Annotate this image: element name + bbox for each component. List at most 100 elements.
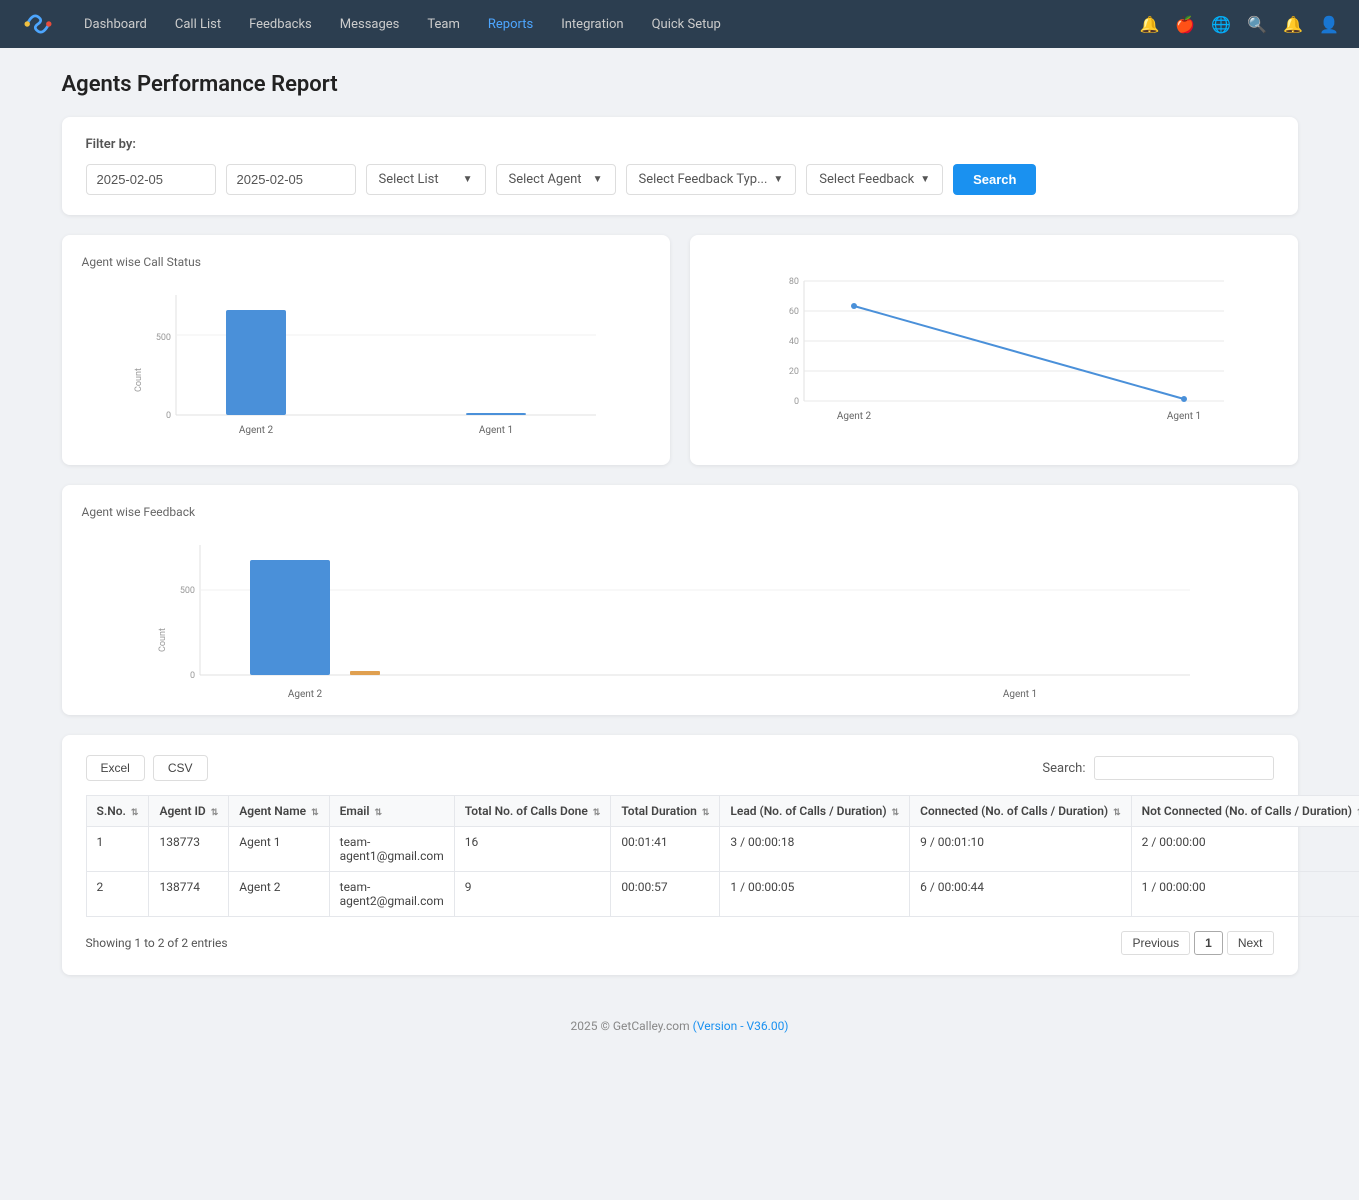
- page-title: Agents Performance Report: [62, 72, 1298, 97]
- filter-row: Select List ▼ Select Agent ▼ Select Feed…: [86, 164, 1274, 195]
- apple-icon[interactable]: 🍎: [1175, 15, 1195, 34]
- select-feedback-type-dropdown[interactable]: Select Feedback Typ... ▼: [626, 164, 797, 195]
- pagination-controls: Previous 1 Next: [1121, 931, 1273, 955]
- bar-chart-card: Agent wise Call Status 0 500 Agen: [62, 235, 670, 465]
- footer-version[interactable]: (Version - V36.00): [693, 1019, 789, 1033]
- cell-email-2: team-agent2@gmail.com: [329, 872, 454, 917]
- table-header: S.No. ⇅ Agent ID ⇅ Agent Name ⇅ Email ⇅ …: [86, 796, 1359, 827]
- select-feedback-dropdown[interactable]: Select Feedback ▼: [806, 164, 943, 195]
- svg-text:Count: Count: [134, 368, 144, 392]
- feedback-chart-title: Agent wise Feedback: [82, 505, 1278, 519]
- feedback-type-caret: ▼: [773, 174, 783, 185]
- svg-text:Agent 2: Agent 2: [287, 689, 322, 700]
- select-agent-caret: ▼: [593, 174, 603, 185]
- nav-calllist[interactable]: Call List: [163, 11, 233, 38]
- cell-lead-2: 1 / 00:00:05: [720, 872, 910, 917]
- table-card: Excel CSV Search: S.No. ⇅ Agent ID ⇅ Age…: [62, 735, 1298, 975]
- table-body: 1 138773 Agent 1 team-agent1@gmail.com 1…: [86, 827, 1359, 917]
- nav-team[interactable]: Team: [415, 11, 472, 38]
- line-chart-svg: 0 20 40 60 80 Agen: [710, 271, 1278, 431]
- select-agent-dropdown[interactable]: Select Agent ▼: [496, 164, 616, 195]
- cell-agentid-2: 138774: [149, 872, 229, 917]
- svg-text:Agent 1: Agent 1: [1166, 411, 1200, 422]
- cell-totalduration-2: 00:00:57: [611, 872, 720, 917]
- feedback-chart-wrap: 0 500 Agent 2 Agent 1 Count: [82, 535, 1278, 695]
- notification-icon[interactable]: 🔔: [1139, 15, 1159, 34]
- nav-dashboard[interactable]: Dashboard: [72, 11, 159, 38]
- col-agent-id: Agent ID ⇅: [149, 796, 229, 827]
- user-icon[interactable]: 👤: [1319, 15, 1339, 34]
- cell-email-1: team-agent1@gmail.com: [329, 827, 454, 872]
- sort-icon-name[interactable]: ⇅: [311, 808, 319, 818]
- nav-icons: 🔔 🍎 🌐 🔍 🔔 👤: [1139, 15, 1339, 34]
- line-chart-card: 0 20 40 60 80 Agen: [690, 235, 1298, 465]
- date-from-input[interactable]: [86, 164, 216, 195]
- feedback-chart-card: Agent wise Feedback 0 500 Agent 2 Agent …: [62, 485, 1298, 715]
- csv-button[interactable]: CSV: [153, 755, 208, 781]
- svg-text:80: 80: [788, 277, 798, 287]
- search-button[interactable]: Search: [953, 164, 1036, 195]
- svg-text:Agent 2: Agent 2: [238, 425, 273, 436]
- footer: 2025 © GetCalley.com (Version - V36.00): [0, 999, 1359, 1053]
- excel-button[interactable]: Excel: [86, 755, 145, 781]
- filter-label: Filter by:: [86, 137, 1274, 152]
- alert-icon[interactable]: 🔔: [1283, 15, 1303, 34]
- svg-text:Agent 1: Agent 1: [478, 425, 512, 436]
- cell-notconnected-1: 2 / 00:00:00: [1131, 827, 1359, 872]
- page-1-button[interactable]: 1: [1194, 931, 1223, 955]
- sort-icon-sno[interactable]: ⇅: [131, 808, 139, 818]
- bar-chart-wrap: 0 500 Agent 2 Agent 1 Count: [82, 285, 650, 445]
- sort-icon-duration[interactable]: ⇅: [702, 808, 710, 818]
- search-label: Search:: [1042, 761, 1085, 776]
- svg-text:60: 60: [788, 307, 798, 317]
- sort-icon-lead[interactable]: ⇅: [892, 808, 900, 818]
- col-sno: S.No. ⇅: [86, 796, 149, 827]
- col-not-connected: Not Connected (No. of Calls / Duration) …: [1131, 796, 1359, 827]
- nav-links: Dashboard Call List Feedbacks Messages T…: [72, 11, 1139, 38]
- cell-sno-2: 2: [86, 872, 149, 917]
- svg-text:40: 40: [788, 337, 798, 347]
- date-to-input[interactable]: [226, 164, 356, 195]
- bar-chart-svg: 0 500 Agent 2 Agent 1 Count: [82, 285, 650, 445]
- select-list-dropdown[interactable]: Select List ▼: [366, 164, 486, 195]
- nav-quicksetup[interactable]: Quick Setup: [640, 11, 733, 38]
- nav-feedbacks[interactable]: Feedbacks: [237, 11, 324, 38]
- cell-totalcalls-2: 9: [454, 872, 611, 917]
- feedback-chart-svg: 0 500 Agent 2 Agent 1 Count: [82, 535, 1278, 715]
- sort-icon-calls[interactable]: ⇅: [593, 808, 601, 818]
- table-search-input[interactable]: [1094, 756, 1274, 780]
- svg-text:Agent 2: Agent 2: [836, 411, 871, 422]
- navbar: Dashboard Call List Feedbacks Messages T…: [0, 0, 1359, 48]
- svg-text:20: 20: [788, 367, 798, 377]
- feedback-caret: ▼: [920, 174, 930, 185]
- nav-reports[interactable]: Reports: [476, 11, 545, 38]
- sort-icon-email[interactable]: ⇅: [375, 808, 383, 818]
- line-chart-wrap: 0 20 40 60 80 Agen: [710, 271, 1278, 431]
- nav-messages[interactable]: Messages: [328, 11, 412, 38]
- cell-agentname-1: Agent 1: [229, 827, 329, 872]
- col-total-calls: Total No. of Calls Done ⇅: [454, 796, 611, 827]
- cell-totalcalls-1: 16: [454, 827, 611, 872]
- bar-chart-title: Agent wise Call Status: [82, 255, 650, 269]
- col-agent-name: Agent Name ⇅: [229, 796, 329, 827]
- sort-icon-connected[interactable]: ⇅: [1113, 808, 1121, 818]
- pagination-row: Showing 1 to 2 of 2 entries Previous 1 N…: [86, 931, 1274, 955]
- svg-text:Agent 1: Agent 1: [1002, 689, 1036, 700]
- search-icon[interactable]: 🔍: [1247, 15, 1267, 34]
- page-content: Agents Performance Report Filter by: Sel…: [30, 48, 1330, 999]
- select-list-caret: ▼: [463, 174, 473, 185]
- svg-text:Count: Count: [158, 628, 168, 652]
- cell-lead-1: 3 / 00:00:18: [720, 827, 910, 872]
- sort-icon-agentid[interactable]: ⇅: [211, 808, 219, 818]
- next-button[interactable]: Next: [1227, 931, 1274, 955]
- svg-text:0: 0: [189, 671, 194, 681]
- svg-text:0: 0: [165, 411, 170, 421]
- table-row: 2 138774 Agent 2 team-agent2@gmail.com 9…: [86, 872, 1359, 917]
- prev-button[interactable]: Previous: [1121, 931, 1190, 955]
- cell-totalduration-1: 00:01:41: [611, 827, 720, 872]
- nav-integration[interactable]: Integration: [549, 11, 635, 38]
- globe-icon[interactable]: 🌐: [1211, 15, 1231, 34]
- logo-icon: [20, 6, 56, 42]
- table-buttons: Excel CSV: [86, 755, 208, 781]
- svg-text:500: 500: [179, 586, 194, 596]
